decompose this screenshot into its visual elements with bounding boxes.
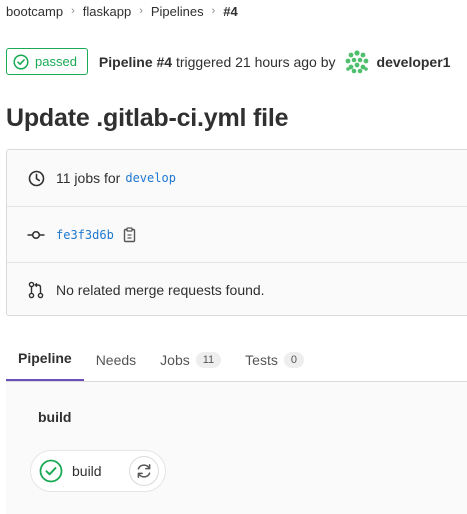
status-badge[interactable]: passed (6, 48, 88, 75)
page-title: Update .gitlab-ci.yml file (6, 104, 289, 132)
merge-request-text: No related merge requests found. (56, 282, 265, 298)
pipeline-graph: build build (6, 382, 467, 514)
jobs-row: 11 jobs for develop (7, 150, 467, 206)
pipeline-label: Pipeline #4 triggered 21 hours ago by (99, 54, 336, 70)
retry-button[interactable] (129, 456, 159, 486)
tab-needs-label: Needs (95, 351, 137, 368)
breadcrumb-pipelines-link[interactable]: Pipelines (151, 4, 204, 19)
merge-request-icon (26, 280, 46, 300)
tab-jobs[interactable]: Jobs 11 (148, 338, 233, 381)
tab-tests-label: Tests (245, 351, 278, 368)
commit-icon (26, 225, 46, 245)
commit-row: fe3f3d6b (7, 206, 467, 262)
stage-title: build (38, 409, 72, 425)
commit-sha-link[interactable]: fe3f3d6b (56, 228, 114, 242)
tests-count-badge: 0 (283, 351, 304, 368)
avatar[interactable] (344, 49, 369, 74)
merge-request-row: No related merge requests found. (7, 262, 467, 317)
breadcrumb-separator: › (139, 5, 143, 17)
jobs-count-text: 11 jobs for (56, 170, 121, 186)
breadcrumb-group-link[interactable]: bootcamp (6, 4, 63, 19)
job-build[interactable]: build (30, 450, 166, 492)
pipeline-id: Pipeline #4 (98, 53, 173, 70)
pipeline-header: passed Pipeline #4 triggered 21 hours ag… (6, 48, 450, 75)
jobs-count-badge: 11 (195, 351, 222, 368)
user-link[interactable]: developer1 (377, 54, 451, 70)
job-name: build (72, 463, 102, 479)
breadcrumb-pipeline-link[interactable]: #4 (223, 4, 237, 19)
tab-pipeline-label: Pipeline (18, 350, 72, 366)
check-circle-icon (39, 459, 63, 483)
pipeline-tabs: Pipeline Needs Jobs 11 Tests 0 (6, 338, 467, 382)
tab-jobs-label: Jobs (160, 351, 190, 368)
triggered-text: triggered 21 hours ago by (175, 53, 336, 70)
status-label: passed (35, 54, 77, 69)
branch-link[interactable]: develop (125, 171, 176, 185)
tab-pipeline[interactable]: Pipeline (6, 337, 84, 381)
clock-icon (26, 168, 46, 188)
clipboard-icon[interactable] (123, 226, 137, 243)
tab-tests[interactable]: Tests 0 (233, 338, 316, 381)
retry-icon (137, 464, 151, 478)
breadcrumb-separator: › (211, 5, 216, 17)
pipeline-info-box: 11 jobs for develop fe3f3d6b No related … (6, 149, 467, 316)
breadcrumb-separator: › (71, 5, 75, 17)
breadcrumb: bootcamp › flaskapp › Pipelines › #4 (6, 2, 238, 20)
tab-needs[interactable]: Needs (84, 338, 148, 381)
check-circle-icon (13, 53, 29, 70)
breadcrumb-project-link[interactable]: flaskapp (83, 4, 131, 19)
